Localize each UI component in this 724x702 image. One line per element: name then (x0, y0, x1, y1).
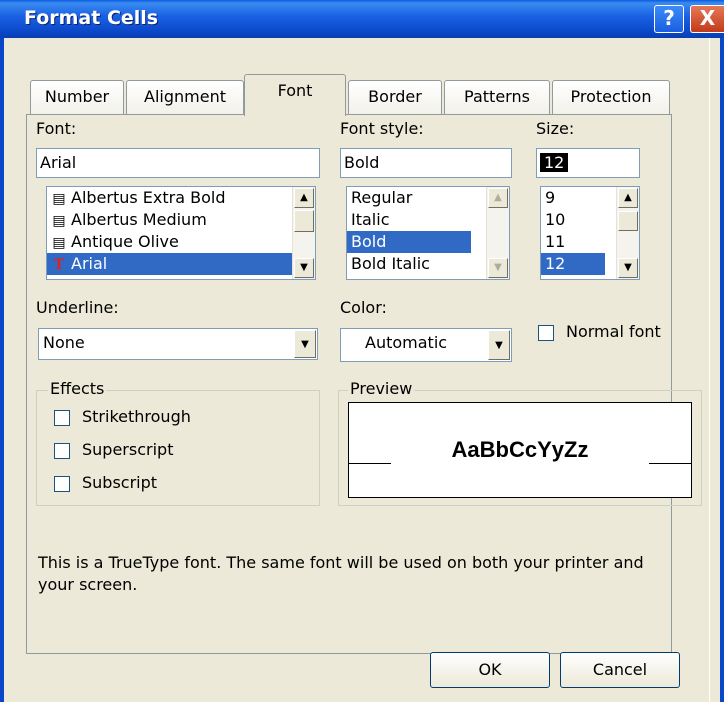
list-item[interactable]: ▤ Albertus Medium (47, 209, 315, 231)
font-style-list[interactable]: Regular Italic Bold Bold Italic ▲ ▼ (346, 186, 510, 280)
color-label: Color: (340, 298, 387, 317)
cancel-button[interactable]: Cancel (560, 652, 680, 688)
baseline-left (349, 463, 391, 464)
subscript-label: Subscript (82, 473, 158, 492)
list-item[interactable]: T Arial (47, 253, 315, 275)
normal-font-label: Normal font (566, 322, 661, 341)
list-item[interactable]: Italic (347, 209, 509, 231)
list-item[interactable]: 12 (541, 253, 605, 275)
size-list[interactable]: 9 10 11 12 ▲ ▼ (540, 186, 640, 280)
scroll-thumb[interactable] (294, 210, 314, 232)
font-style-label: Font style: (340, 119, 424, 138)
font-label: Font: (36, 119, 77, 138)
size-list-scrollbar[interactable]: ▲ ▼ (616, 187, 639, 279)
font-input[interactable]: Arial (36, 148, 320, 178)
printer-font-icon: ▤ (52, 191, 66, 207)
strikethrough-checkbox[interactable] (54, 410, 70, 426)
size-label: Size: (536, 119, 575, 138)
color-select[interactable]: Automatic ▼ (340, 328, 512, 362)
list-item[interactable]: Bold Italic (347, 253, 509, 275)
preview-box: AaBbCcYyZz (348, 402, 692, 498)
font-list-scrollbar[interactable]: ▲ ▼ (292, 187, 315, 279)
superscript-label: Superscript (82, 440, 174, 459)
ok-button[interactable]: OK (430, 652, 550, 688)
size-input[interactable]: 12 (536, 148, 640, 178)
preview-label: Preview (348, 379, 415, 398)
effects-label: Effects (48, 379, 107, 398)
scroll-thumb[interactable] (618, 211, 638, 231)
list-item[interactable]: Bold (347, 231, 471, 253)
underline-select[interactable]: None ▼ (38, 328, 318, 360)
font-style-scrollbar[interactable]: ▲ ▼ (486, 187, 509, 279)
underline-value: None (43, 333, 85, 352)
info-text: This is a TrueType font. The same font w… (38, 553, 644, 594)
normal-font-checkbox[interactable] (538, 325, 554, 341)
superscript-checkbox[interactable] (54, 443, 70, 459)
format-cells-dialog: Format Cells ? X Number Alignment Font B… (0, 0, 724, 702)
scroll-up-icon[interactable]: ▲ (488, 188, 508, 208)
chevron-down-icon[interactable]: ▼ (294, 330, 316, 358)
scroll-down-icon[interactable]: ▼ (294, 258, 314, 278)
font-style-input[interactable]: Bold (340, 148, 512, 178)
underline-label: Underline: (36, 298, 119, 317)
printer-font-icon: ▤ (52, 235, 66, 251)
truetype-font-icon: T (53, 257, 65, 273)
baseline-right (649, 463, 691, 464)
color-value: Automatic (365, 333, 448, 352)
size-input-text: 12 (540, 153, 569, 172)
chevron-down-icon[interactable]: ▼ (488, 330, 510, 360)
strikethrough-label: Strikethrough (82, 407, 191, 426)
list-item[interactable]: ▤ Albertus Extra Bold (47, 187, 315, 209)
subscript-checkbox[interactable] (54, 476, 70, 492)
scroll-up-icon[interactable]: ▲ (618, 188, 638, 208)
scroll-up-icon[interactable]: ▲ (294, 188, 314, 208)
scroll-down-icon[interactable]: ▼ (488, 258, 508, 278)
preview-sample: AaBbCcYyZz (451, 437, 589, 462)
scroll-down-icon[interactable]: ▼ (618, 258, 638, 278)
list-item[interactable]: Regular (347, 187, 509, 209)
list-item[interactable]: ▤ Antique Olive (47, 231, 315, 253)
font-list[interactable]: ▤ Albertus Extra Bold ▤ Albertus Medium ▤ A… (46, 186, 316, 280)
printer-font-icon: ▤ (52, 213, 66, 229)
